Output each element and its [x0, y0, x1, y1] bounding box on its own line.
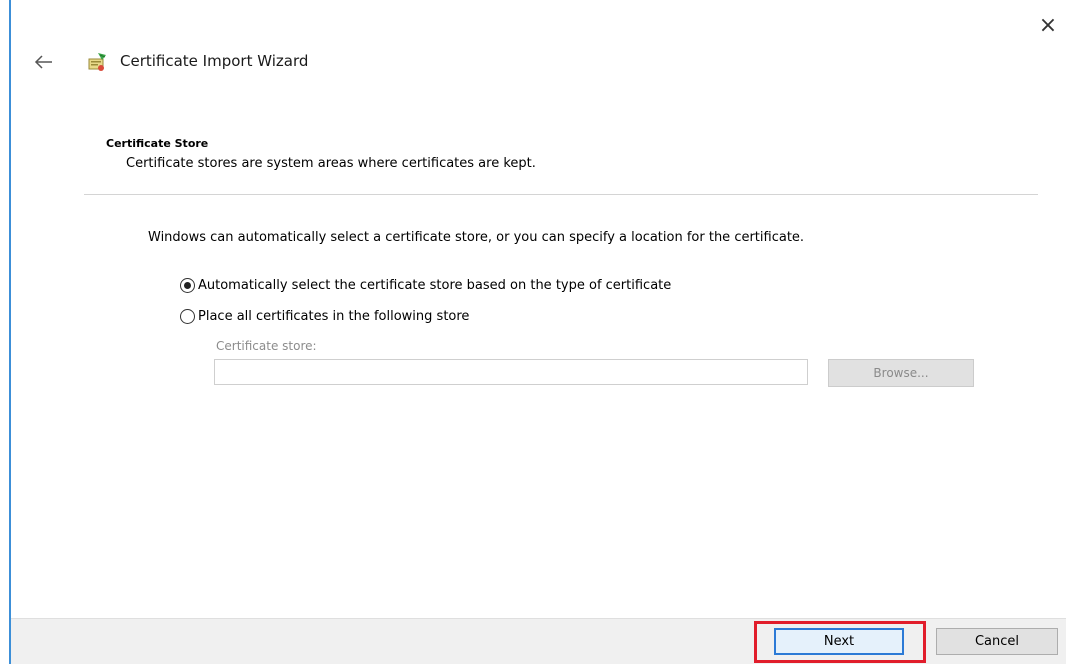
window-left-border	[9, 0, 11, 664]
page-heading: Certificate Store	[106, 137, 209, 150]
header-divider	[84, 194, 1038, 195]
radio-label: Place all certificates in the following …	[198, 308, 470, 324]
next-button[interactable]: Next	[774, 628, 904, 655]
radio-option-place-all[interactable]: Place all certificates in the following …	[180, 306, 469, 326]
cancel-button[interactable]: Cancel	[936, 628, 1058, 655]
wizard-title: Certificate Import Wizard	[120, 52, 309, 70]
certificate-store-label: Certificate store:	[216, 339, 317, 353]
intro-text: Windows can automatically select a certi…	[148, 230, 805, 245]
certificate-wizard-icon	[86, 51, 108, 73]
close-icon[interactable]: ×	[1036, 14, 1060, 38]
wizard-window: × Certificate Import Wizard Certificate …	[0, 0, 1066, 664]
certificate-store-field[interactable]	[214, 359, 808, 385]
radio-button[interactable]	[180, 277, 195, 293]
back-arrow-icon[interactable]	[34, 52, 56, 72]
page-description: Certificate stores are system areas wher…	[126, 156, 536, 171]
radio-option-automatic[interactable]: Automatically select the certificate sto…	[180, 275, 671, 295]
browse-button[interactable]: Browse...	[828, 359, 974, 387]
radio-label: Automatically select the certificate sto…	[198, 277, 672, 293]
radio-button[interactable]	[180, 308, 195, 324]
